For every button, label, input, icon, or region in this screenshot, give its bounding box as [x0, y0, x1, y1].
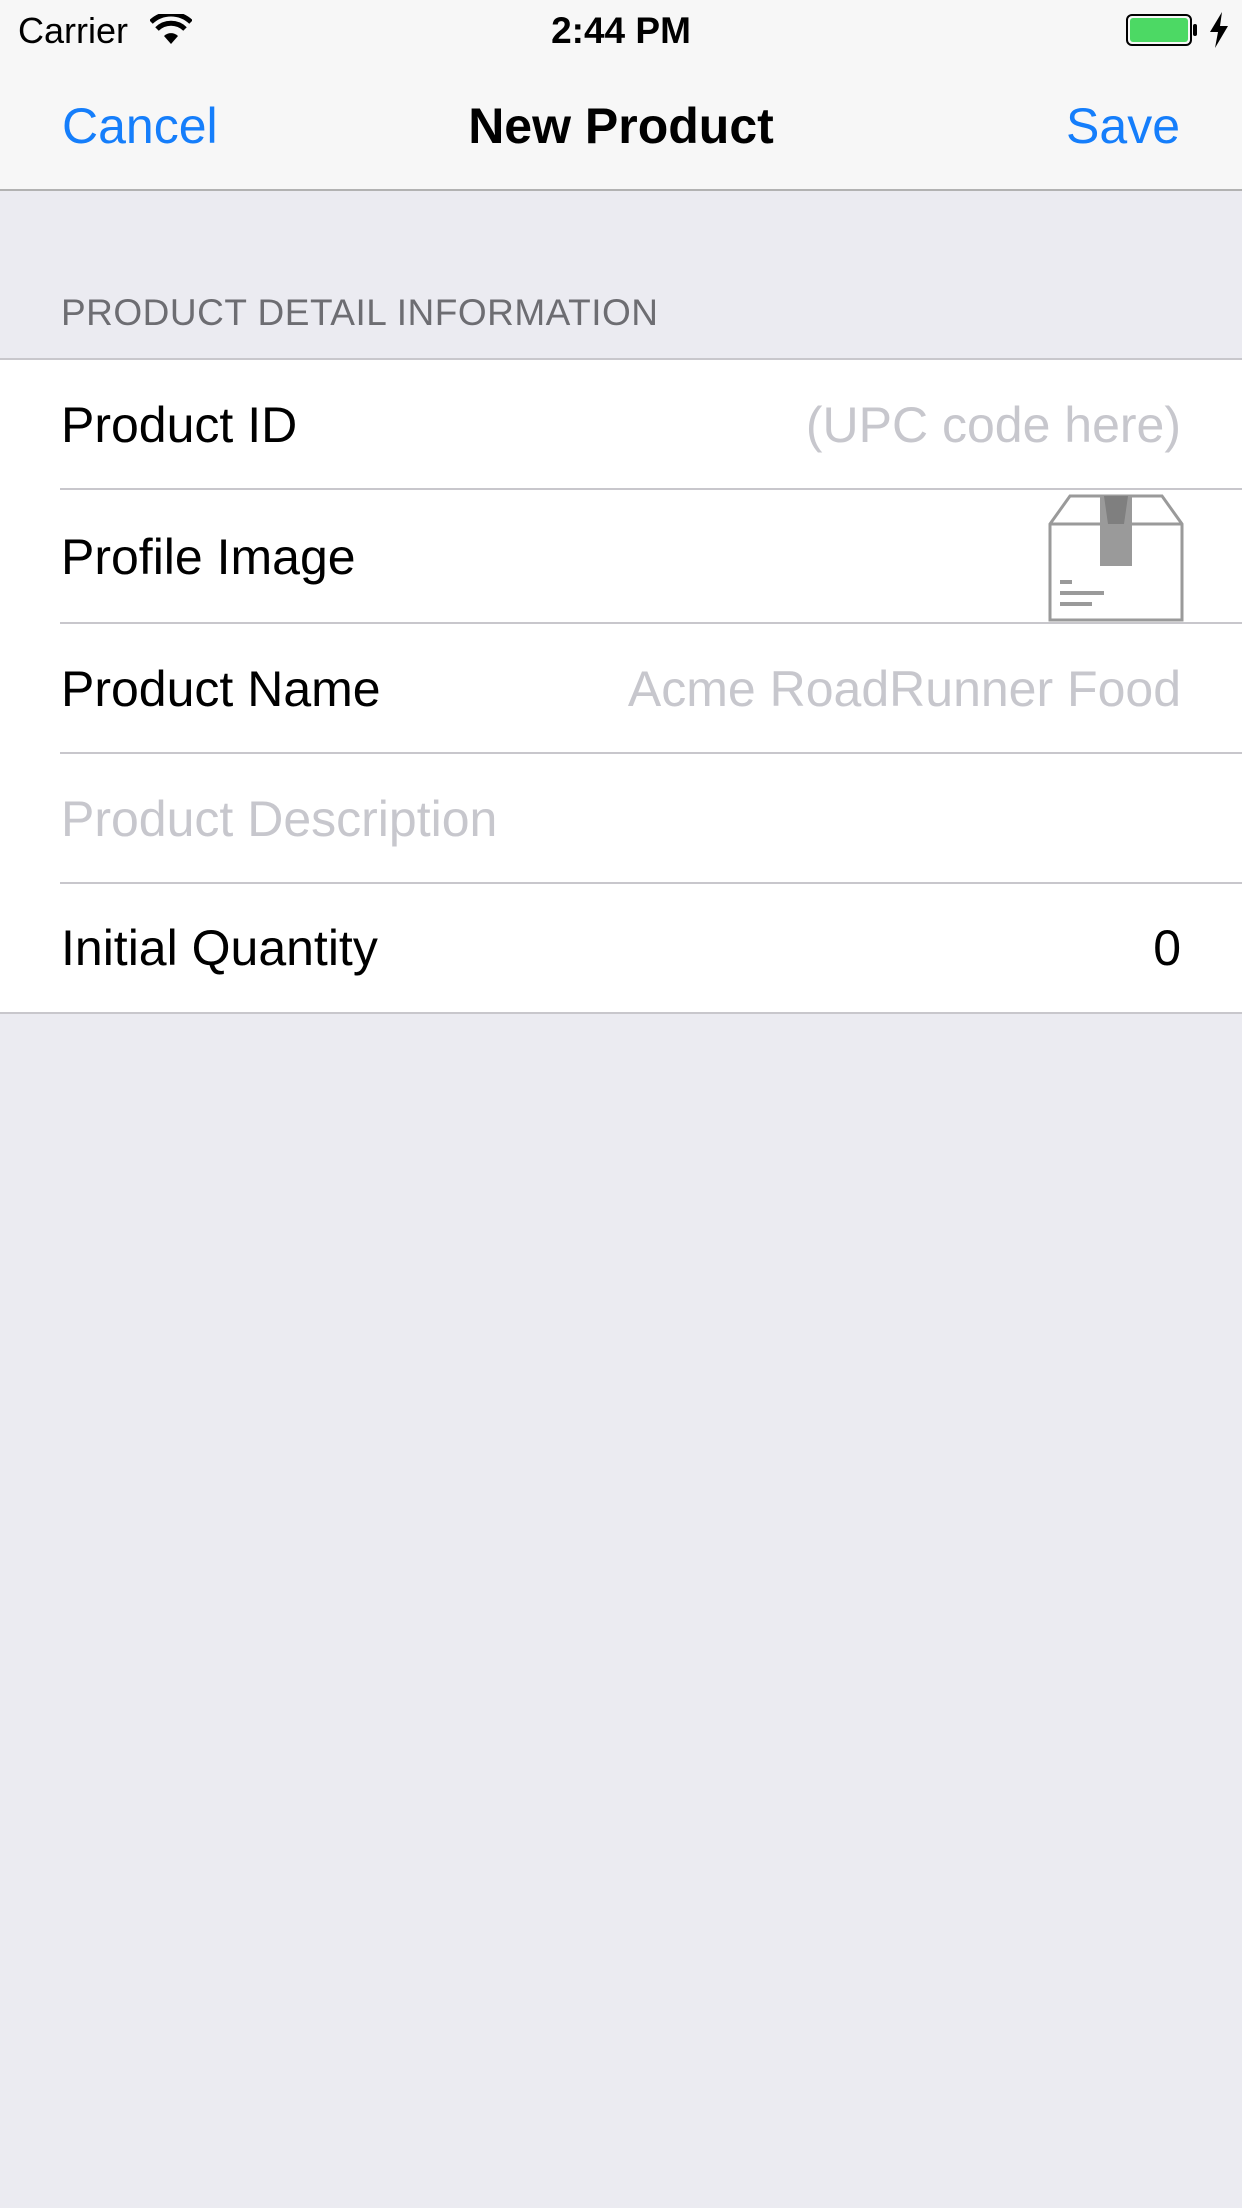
product-id-label: Product ID	[61, 397, 298, 453]
product-description-field[interactable]: Product Description	[61, 790, 497, 848]
profile-image-row[interactable]: Profile Image	[0, 490, 1242, 624]
product-id-row[interactable]: Product ID (UPC code here)	[0, 360, 1242, 490]
product-description-row[interactable]: Product Description	[0, 754, 1242, 884]
charging-bolt-icon	[1210, 12, 1228, 48]
navigation-bar: Carrier 2:44 PM Cancel New Product Save	[0, 0, 1242, 191]
initial-quantity-label: Initial Quantity	[61, 920, 378, 976]
status-bar: Carrier 2:44 PM	[0, 0, 1242, 60]
profile-image-label: Profile Image	[61, 529, 356, 585]
page-title: New Product	[468, 98, 774, 154]
battery-icon	[1126, 14, 1197, 46]
status-time: 2:44 PM	[551, 10, 691, 51]
product-id-field[interactable]: (UPC code here)	[806, 396, 1181, 454]
product-name-field[interactable]: Acme RoadRunner Food	[628, 660, 1181, 718]
product-form-table: Product ID (UPC code here) Profile Image…	[0, 358, 1242, 1014]
save-button[interactable]: Save	[1066, 96, 1180, 156]
product-name-row[interactable]: Product Name Acme RoadRunner Food	[0, 624, 1242, 754]
product-name-label: Product Name	[61, 661, 381, 717]
section-header: PRODUCT DETAIL INFORMATION	[61, 292, 659, 333]
initial-quantity-value[interactable]: 0	[1153, 919, 1181, 977]
initial-quantity-row[interactable]: Initial Quantity 0	[0, 884, 1242, 1012]
product-box-icon[interactable]	[1048, 494, 1184, 622]
